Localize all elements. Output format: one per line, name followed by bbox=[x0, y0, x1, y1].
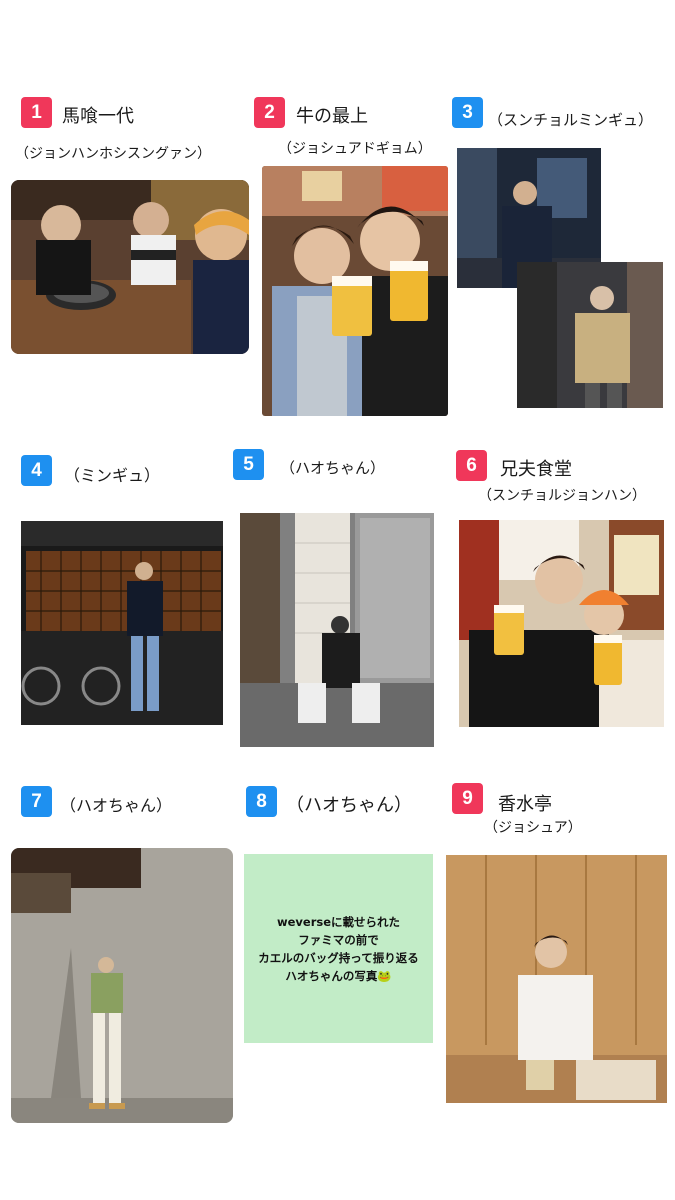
badge-7: 7 bbox=[21, 786, 52, 817]
photo-2[interactable] bbox=[262, 166, 448, 416]
note-line-2: ファミマの前で bbox=[298, 932, 379, 947]
photo-9[interactable] bbox=[446, 855, 667, 1103]
badge-5: 5 bbox=[233, 449, 264, 480]
subtitle-3: （スンチョルミンギュ） bbox=[488, 111, 654, 129]
badge-8: 8 bbox=[246, 786, 277, 817]
title-6: 兄夫食堂 bbox=[500, 459, 572, 480]
subtitle-2: （ジョシュアドギョム） bbox=[278, 141, 432, 157]
frog-icon: 🐸 bbox=[377, 968, 392, 983]
subtitle-8: （ハオちゃん） bbox=[286, 795, 412, 816]
photo-1[interactable] bbox=[11, 180, 249, 354]
title-1: 馬喰一代 bbox=[62, 106, 134, 127]
subtitle-1: （ジョンハンホシスングァン） bbox=[15, 146, 211, 162]
badge-6: 6 bbox=[456, 450, 487, 481]
title-9: 香水亭 bbox=[498, 794, 552, 815]
note-line-4-text: ハオちゃんの写真 bbox=[285, 968, 378, 983]
note-line-3: カエルのバッグ持って振り返る bbox=[258, 950, 419, 965]
photo-7[interactable] bbox=[11, 848, 233, 1123]
note-card: weverseに載せられた ファミマの前で カエルのバッグ持って振り返る ハオち… bbox=[244, 854, 433, 1043]
photo-4[interactable] bbox=[21, 521, 223, 725]
subtitle-4: （ミンギュ） bbox=[64, 466, 161, 485]
photo-3[interactable] bbox=[457, 148, 663, 408]
badge-1: 1 bbox=[21, 97, 52, 128]
note-line-1: weverseに載せられた bbox=[276, 914, 401, 929]
subtitle-9: （ジョシュア） bbox=[484, 820, 582, 836]
subtitle-6: （スンチョルジョンハン） bbox=[478, 488, 646, 504]
title-2: 牛の最上 bbox=[296, 106, 368, 127]
subtitle-5: （ハオちゃん） bbox=[280, 459, 386, 477]
badge-2: 2 bbox=[254, 97, 285, 128]
photo-6[interactable] bbox=[459, 520, 664, 727]
badge-3: 3 bbox=[452, 97, 483, 128]
note-line-4: ハオちゃんの写真🐸 bbox=[285, 967, 391, 985]
badge-4: 4 bbox=[21, 455, 52, 486]
badge-9: 9 bbox=[452, 783, 483, 814]
subtitle-7: （ハオちゃん） bbox=[60, 796, 173, 815]
photo-5[interactable] bbox=[240, 513, 434, 747]
